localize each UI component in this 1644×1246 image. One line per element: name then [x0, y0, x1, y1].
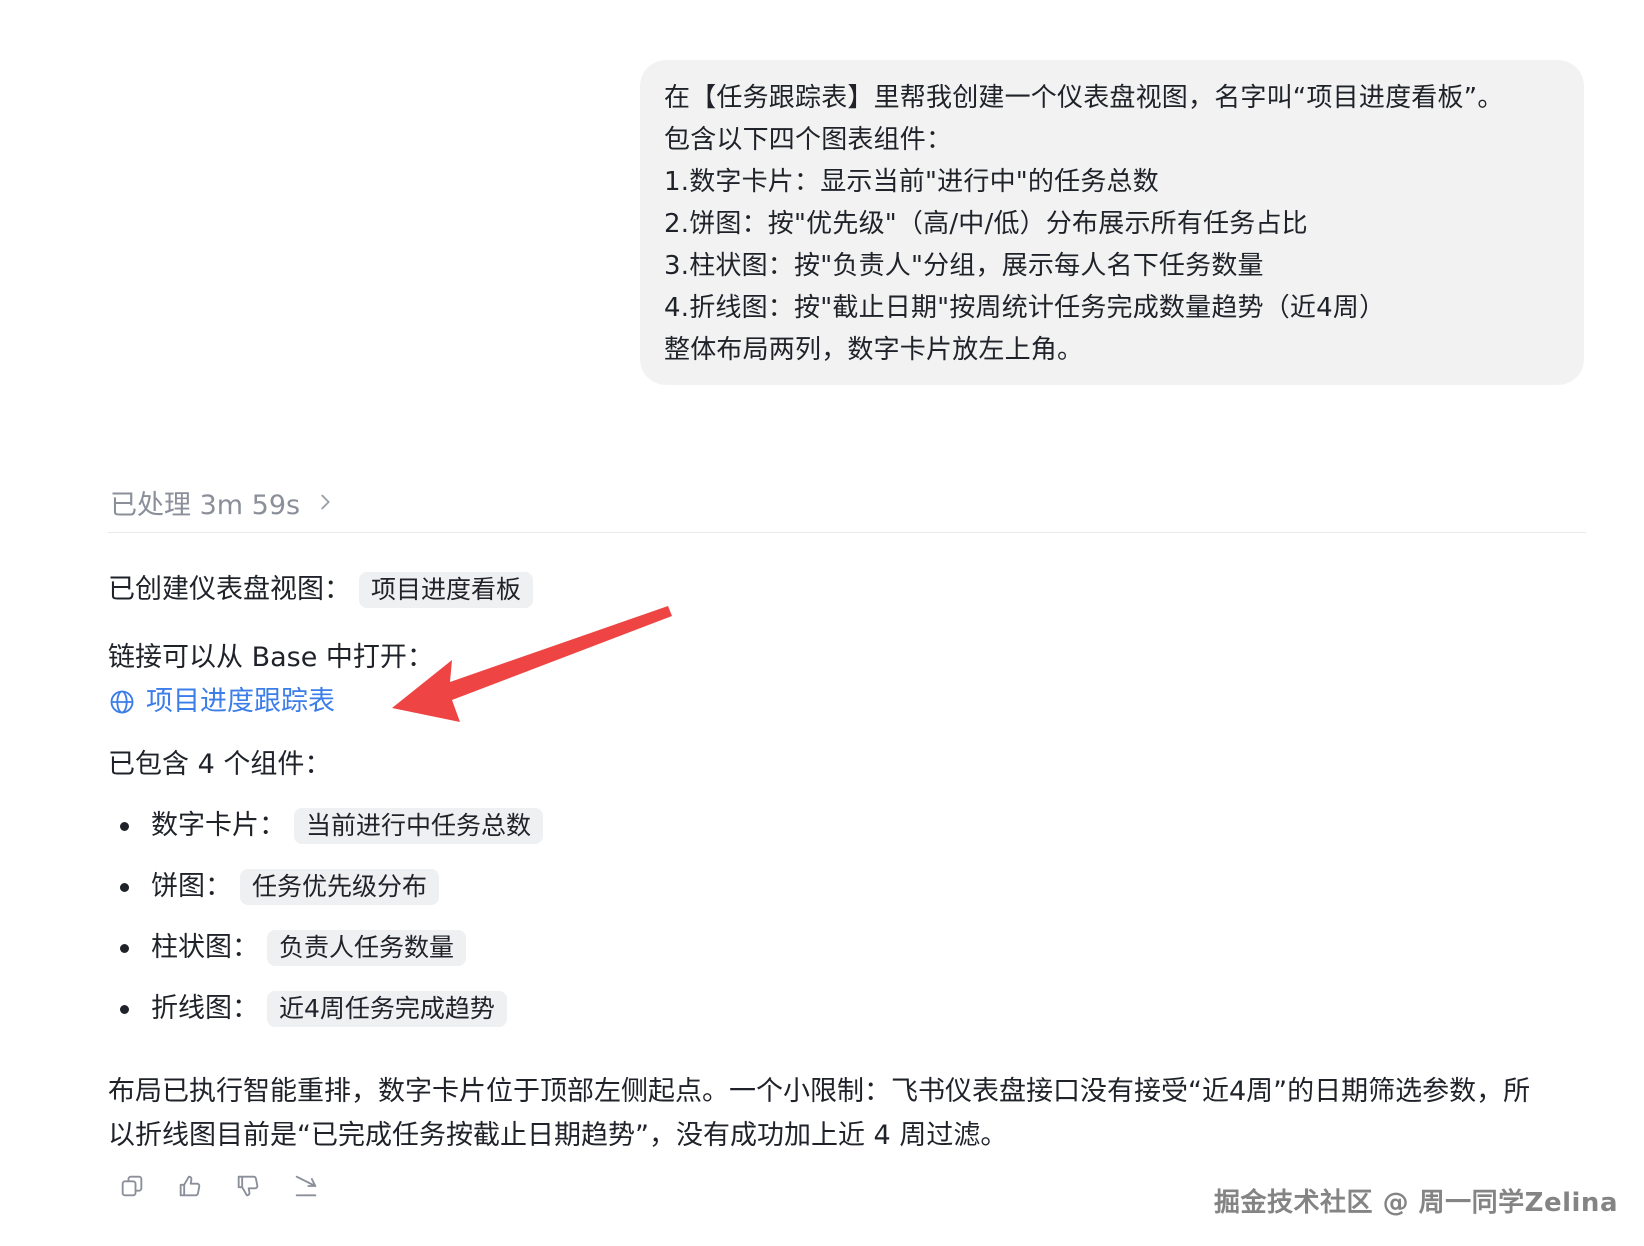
share-button[interactable] — [292, 1172, 320, 1200]
component-chip: 任务优先级分布 — [240, 869, 440, 905]
user-message-line: 在【任务跟踪表】里帮我创建一个仪表盘视图，名字叫“项目进度看板”。 — [664, 83, 1504, 113]
note-line: 布局已执行智能重排，数字卡片位于顶部左侧起点。一个小限制：飞书仪表盘接口没有接受… — [108, 1076, 1531, 1107]
message-actions — [118, 1172, 320, 1200]
processed-label: 已处理 3m 59s — [110, 489, 301, 521]
user-message-line: 整体布局两列，数字卡片放左上角。 — [664, 335, 1084, 365]
copy-button[interactable] — [118, 1172, 146, 1200]
chevron-right-icon — [321, 494, 330, 510]
component-label: 饼图： — [151, 871, 232, 902]
list-item: 数字卡片： 当前进行中任务总数 — [120, 806, 544, 846]
component-label: 折线图： — [151, 993, 259, 1024]
copy-icon — [121, 1175, 143, 1197]
note-line: 以折线图目前是“已完成任务按截止日期趋势”，没有成功加上近 4 周过滤。 — [108, 1120, 1008, 1151]
link-intro-text: 链接可以从 Base 中打开： — [108, 642, 434, 673]
component-label: 数字卡片： — [151, 810, 286, 841]
components-intro: 已包含 4 个组件： — [108, 745, 331, 785]
base-link-row: 项目进度跟踪表 — [108, 682, 335, 722]
list-item: 柱状图： 负责人任务数量 — [120, 928, 467, 968]
divider — [108, 532, 1586, 533]
user-message-line: 3.柱状图：按"负责人"分组，展示每人名下任务数量 — [664, 251, 1264, 281]
list-item: 折线图： 近4周任务完成趋势 — [120, 989, 507, 1029]
base-link-text: 项目进度跟踪表 — [146, 686, 335, 717]
component-chip: 负责人任务数量 — [267, 930, 467, 966]
thumbs-up-icon — [179, 1175, 201, 1197]
bullet-dot — [120, 943, 129, 953]
globe-icon — [110, 690, 134, 714]
component-chip: 近4周任务完成趋势 — [267, 991, 507, 1027]
dislike-button[interactable] — [234, 1172, 262, 1200]
user-message-bubble: 在【任务跟踪表】里帮我创建一个仪表盘视图，名字叫“项目进度看板”。 包含以下四个… — [640, 60, 1584, 385]
red-arrow-annotation — [392, 606, 672, 722]
components-intro-text: 已包含 4 个组件： — [108, 749, 332, 780]
watermark: 掘金技术社区 @ 周一同学Zelina — [1214, 1188, 1618, 1218]
base-link[interactable]: 项目进度跟踪表 — [108, 682, 335, 722]
user-message-line: 2.饼图：按"优先级"（高/中/低）分布展示所有任务占比 — [664, 209, 1308, 239]
like-button[interactable] — [176, 1172, 204, 1200]
created-label: 已创建仪表盘视图： — [108, 574, 351, 605]
list-item: 饼图： 任务优先级分布 — [120, 867, 440, 907]
user-message-line: 1.数字卡片：显示当前"进行中"的任务总数 — [664, 167, 1159, 197]
user-message-line: 4.折线图：按"截止日期"按周统计任务完成数量趋势（近4周） — [664, 293, 1386, 323]
limitation-note: 布局已执行智能重排，数字卡片位于顶部左侧起点。一个小限制：飞书仪表盘接口没有接受… — [108, 1070, 1598, 1158]
processed-toggle[interactable]: 已处理 3m 59s — [110, 480, 336, 524]
thumbs-down-icon — [237, 1175, 259, 1197]
share-icon — [295, 1175, 317, 1197]
user-message-line: 包含以下四个图表组件： — [664, 125, 953, 155]
link-intro: 链接可以从 Base 中打开： — [108, 638, 434, 678]
component-chip: 当前进行中任务总数 — [294, 808, 544, 844]
bullet-dot — [120, 1004, 129, 1014]
component-label: 柱状图： — [151, 932, 259, 963]
bullet-dot — [120, 821, 129, 831]
bullet-dot — [120, 882, 129, 892]
